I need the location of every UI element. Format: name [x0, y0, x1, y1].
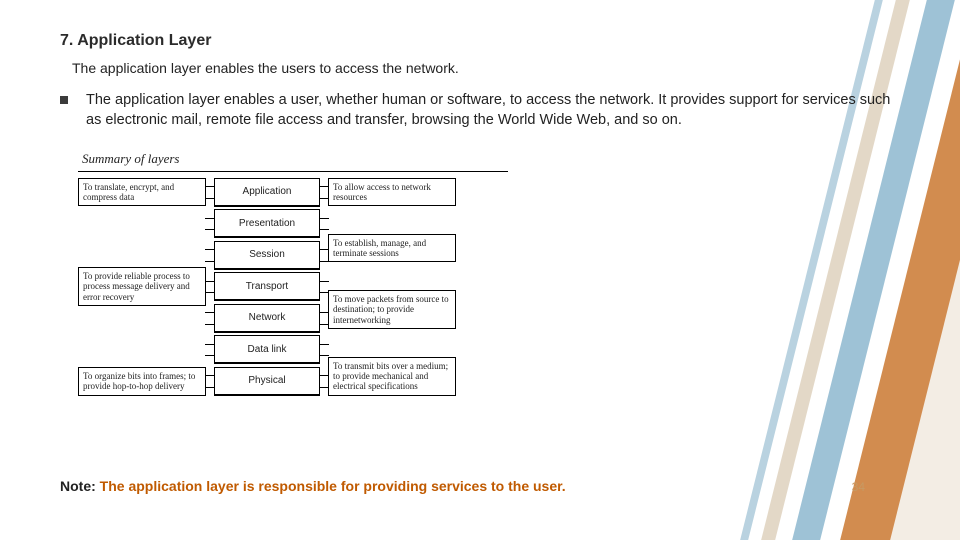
right-desc-0: To allow access to network resources [328, 178, 456, 207]
layer-box-3: Transport [214, 272, 320, 301]
note-lead: Note: [60, 478, 100, 494]
left-desc-2: To organize bits into frames; to provide… [78, 367, 206, 396]
summary-of-layers-diagram: Summary of layers To translate, encrypt,… [78, 149, 508, 396]
diagram-right-descriptions: To allow access to network resources To … [328, 178, 456, 396]
left-desc-0: To translate, encrypt, and compress data [78, 178, 206, 207]
layer-box-6: Physical [214, 367, 320, 396]
diagram-layer-stack: Application Presentation Session Transpo… [214, 178, 320, 396]
layer-box-4: Network [214, 304, 320, 333]
right-desc-2: To move packets from source to destinati… [328, 290, 456, 329]
layer-box-5: Data link [214, 335, 320, 364]
right-desc-1: To establish, manage, and terminate sess… [328, 234, 456, 263]
page-number: 34 [852, 480, 865, 494]
layer-box-0: Application [214, 178, 320, 207]
square-bullet-icon [60, 96, 68, 104]
bullet-text: The application layer enables a user, wh… [86, 90, 900, 131]
left-desc-1: To provide reliable process to process m… [78, 267, 206, 306]
layer-box-2: Session [214, 241, 320, 270]
note-line: Note: The application layer is responsib… [60, 478, 566, 494]
section-heading: 7. Application Layer [60, 32, 900, 50]
intro-line: The application layer enables the users … [72, 60, 900, 76]
right-desc-3: To transmit bits over a medium; to provi… [328, 357, 456, 396]
body-bullet: The application layer enables a user, wh… [60, 90, 900, 131]
note-emphasis: The application layer is responsible for… [100, 478, 566, 494]
layer-box-1: Presentation [214, 209, 320, 238]
diagram-left-descriptions: To translate, encrypt, and compress data… [78, 178, 206, 396]
diagram-title: Summary of layers [78, 149, 508, 172]
